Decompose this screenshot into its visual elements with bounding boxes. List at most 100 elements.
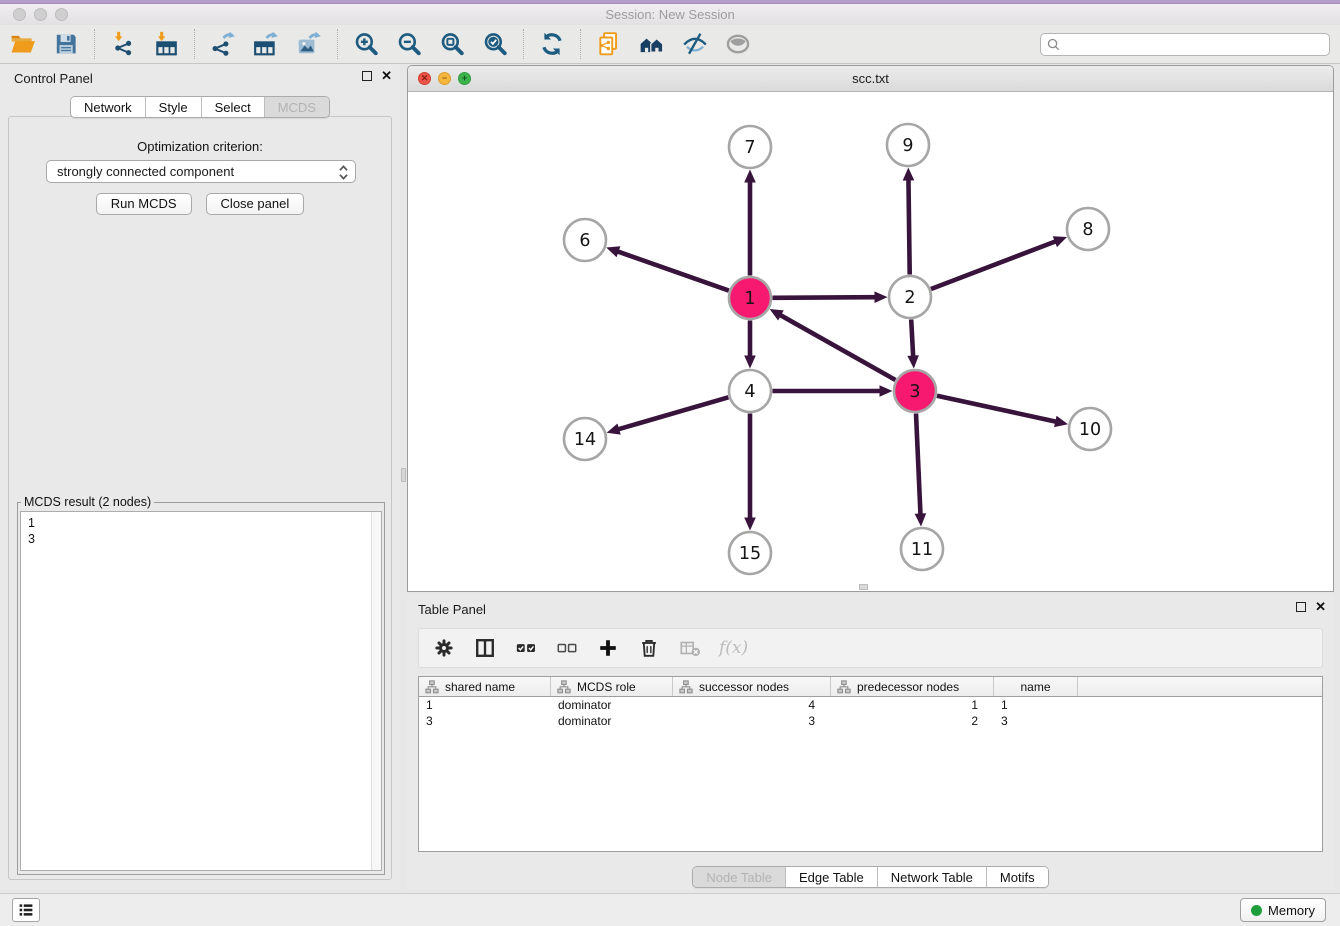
task-history-button[interactable] [12,898,40,922]
tab-network-table[interactable]: Network Table [877,867,986,887]
table-cell[interactable]: 1 [831,697,994,713]
node-15[interactable]: 15 [729,532,771,574]
tab-motifs[interactable]: Motifs [986,867,1048,887]
close-panel-icon[interactable]: ✕ [381,71,392,81]
node-1[interactable]: 1 [729,277,771,319]
export-network-icon[interactable] [208,29,238,59]
tab-network[interactable]: Network [71,97,145,117]
network-graph[interactable]: 7 9 6 8 1 2 4 3 14 10 15 11 [408,92,1333,591]
table-cell[interactable]: 1 [994,697,1078,713]
edge-3-10[interactable] [937,396,1056,422]
table-cell[interactable]: 1 [419,697,551,713]
open-session-icon[interactable] [8,29,38,59]
node-7[interactable]: 7 [729,126,771,168]
run-mcds-button[interactable]: Run MCDS [96,193,192,215]
mcds-result-box[interactable]: 13 [20,511,382,871]
edge-2-3[interactable] [911,319,913,356]
table-cell[interactable]: dominator [551,713,673,729]
edge-3-1[interactable] [780,315,895,380]
criterion-dropdown[interactable]: strongly connected component [46,160,356,183]
node-3[interactable]: 3 [894,370,936,412]
list-icon [17,901,35,919]
select-all-icon[interactable] [514,636,538,660]
search-box[interactable] [1040,33,1330,56]
close-panel-button[interactable]: Close panel [206,193,305,215]
node-9[interactable]: 9 [887,124,929,166]
panel-splitter[interactable] [400,64,407,890]
toolbar-separator [94,29,95,59]
node-4[interactable]: 4 [729,370,771,412]
table-cell[interactable]: 3 [994,713,1078,729]
edge-1-2[interactable] [772,297,875,298]
table-cell[interactable]: dominator [551,697,673,713]
add-row-icon[interactable] [596,636,620,660]
tab-node-table[interactable]: Node Table [693,867,785,887]
splitter-grip[interactable] [401,468,406,482]
column-header-name[interactable]: name [994,677,1078,696]
import-network-icon[interactable] [108,29,138,59]
table-row[interactable]: 3dominator323 [419,713,1322,729]
criterion-value: strongly connected component [57,164,234,179]
zoom-out-icon[interactable] [394,29,424,59]
toolbar-separator [580,29,581,59]
node-14[interactable]: 14 [564,418,606,460]
table-cell[interactable]: 2 [831,713,994,729]
search-input[interactable] [1064,38,1329,52]
table-row[interactable]: 1dominator411 [419,697,1322,713]
column-header-successor-nodes[interactable]: successor nodes [673,677,831,696]
tab-edge-table[interactable]: Edge Table [785,867,877,887]
mcds-result-fieldset: MCDS result (2 nodes) 13 [17,495,385,875]
import-table-icon[interactable] [151,29,181,59]
search-icon [1047,38,1060,51]
column-label: MCDS role [577,680,636,694]
network-window-titlebar[interactable]: ✕ − + scc.txt [408,66,1333,92]
first-neighbors-icon[interactable] [637,29,667,59]
node-2[interactable]: 2 [889,276,931,318]
refresh-icon[interactable] [537,29,567,59]
columns-icon[interactable] [473,636,497,660]
column-header-predecessor-nodes[interactable]: predecessor nodes [831,677,994,696]
hide-selected-icon[interactable] [680,29,710,59]
edge-2-9[interactable] [908,180,909,275]
memory-button[interactable]: Memory [1240,898,1326,922]
deselect-all-icon[interactable] [555,636,579,660]
delete-row-icon[interactable] [637,636,661,660]
edge-1-6[interactable] [618,252,729,291]
float-table-panel-icon[interactable] [1296,602,1306,612]
column-header-MCDS-role[interactable]: MCDS role [551,677,673,696]
edge-2-8[interactable] [931,241,1055,288]
node-8[interactable]: 8 [1067,208,1109,250]
tab-style[interactable]: Style [145,97,201,117]
column-header-shared-name[interactable]: shared name [419,677,551,696]
tab-select[interactable]: Select [201,97,264,117]
close-table-panel-icon[interactable]: ✕ [1315,602,1326,612]
result-scrollbar[interactable] [371,512,381,870]
export-image-icon[interactable] [294,29,324,59]
float-panel-icon[interactable] [362,71,372,81]
tab-mcds[interactable]: MCDS [264,97,329,117]
node-label: 8 [1082,220,1093,240]
mcds-result-lines: 13 [21,512,381,547]
function-builder-icon: f(x) [719,638,748,658]
zoom-fit-icon[interactable] [437,29,467,59]
node-10[interactable]: 10 [1069,408,1111,450]
zoom-in-icon[interactable] [351,29,381,59]
zoom-selected-icon[interactable] [480,29,510,59]
edge-4-14[interactable] [619,397,729,429]
node-label: 10 [1079,420,1101,440]
save-session-icon[interactable] [51,29,81,59]
table-cell[interactable]: 3 [673,713,831,729]
table-cell[interactable]: 3 [419,713,551,729]
toolbar-icon-group [8,29,753,59]
mcds-result-title: MCDS result (2 nodes) [21,495,154,509]
edge-3-11[interactable] [916,413,920,514]
node-11[interactable]: 11 [901,528,943,570]
network-resize-grip[interactable] [859,584,868,590]
clone-network-icon[interactable] [594,29,624,59]
node-6[interactable]: 6 [564,219,606,261]
settings-icon[interactable] [432,636,456,660]
table-cell[interactable]: 4 [673,697,831,713]
export-table-icon[interactable] [251,29,281,59]
network-canvas[interactable]: 7 9 6 8 1 2 4 3 14 10 15 11 [408,92,1333,591]
node-label: 1 [744,289,755,309]
